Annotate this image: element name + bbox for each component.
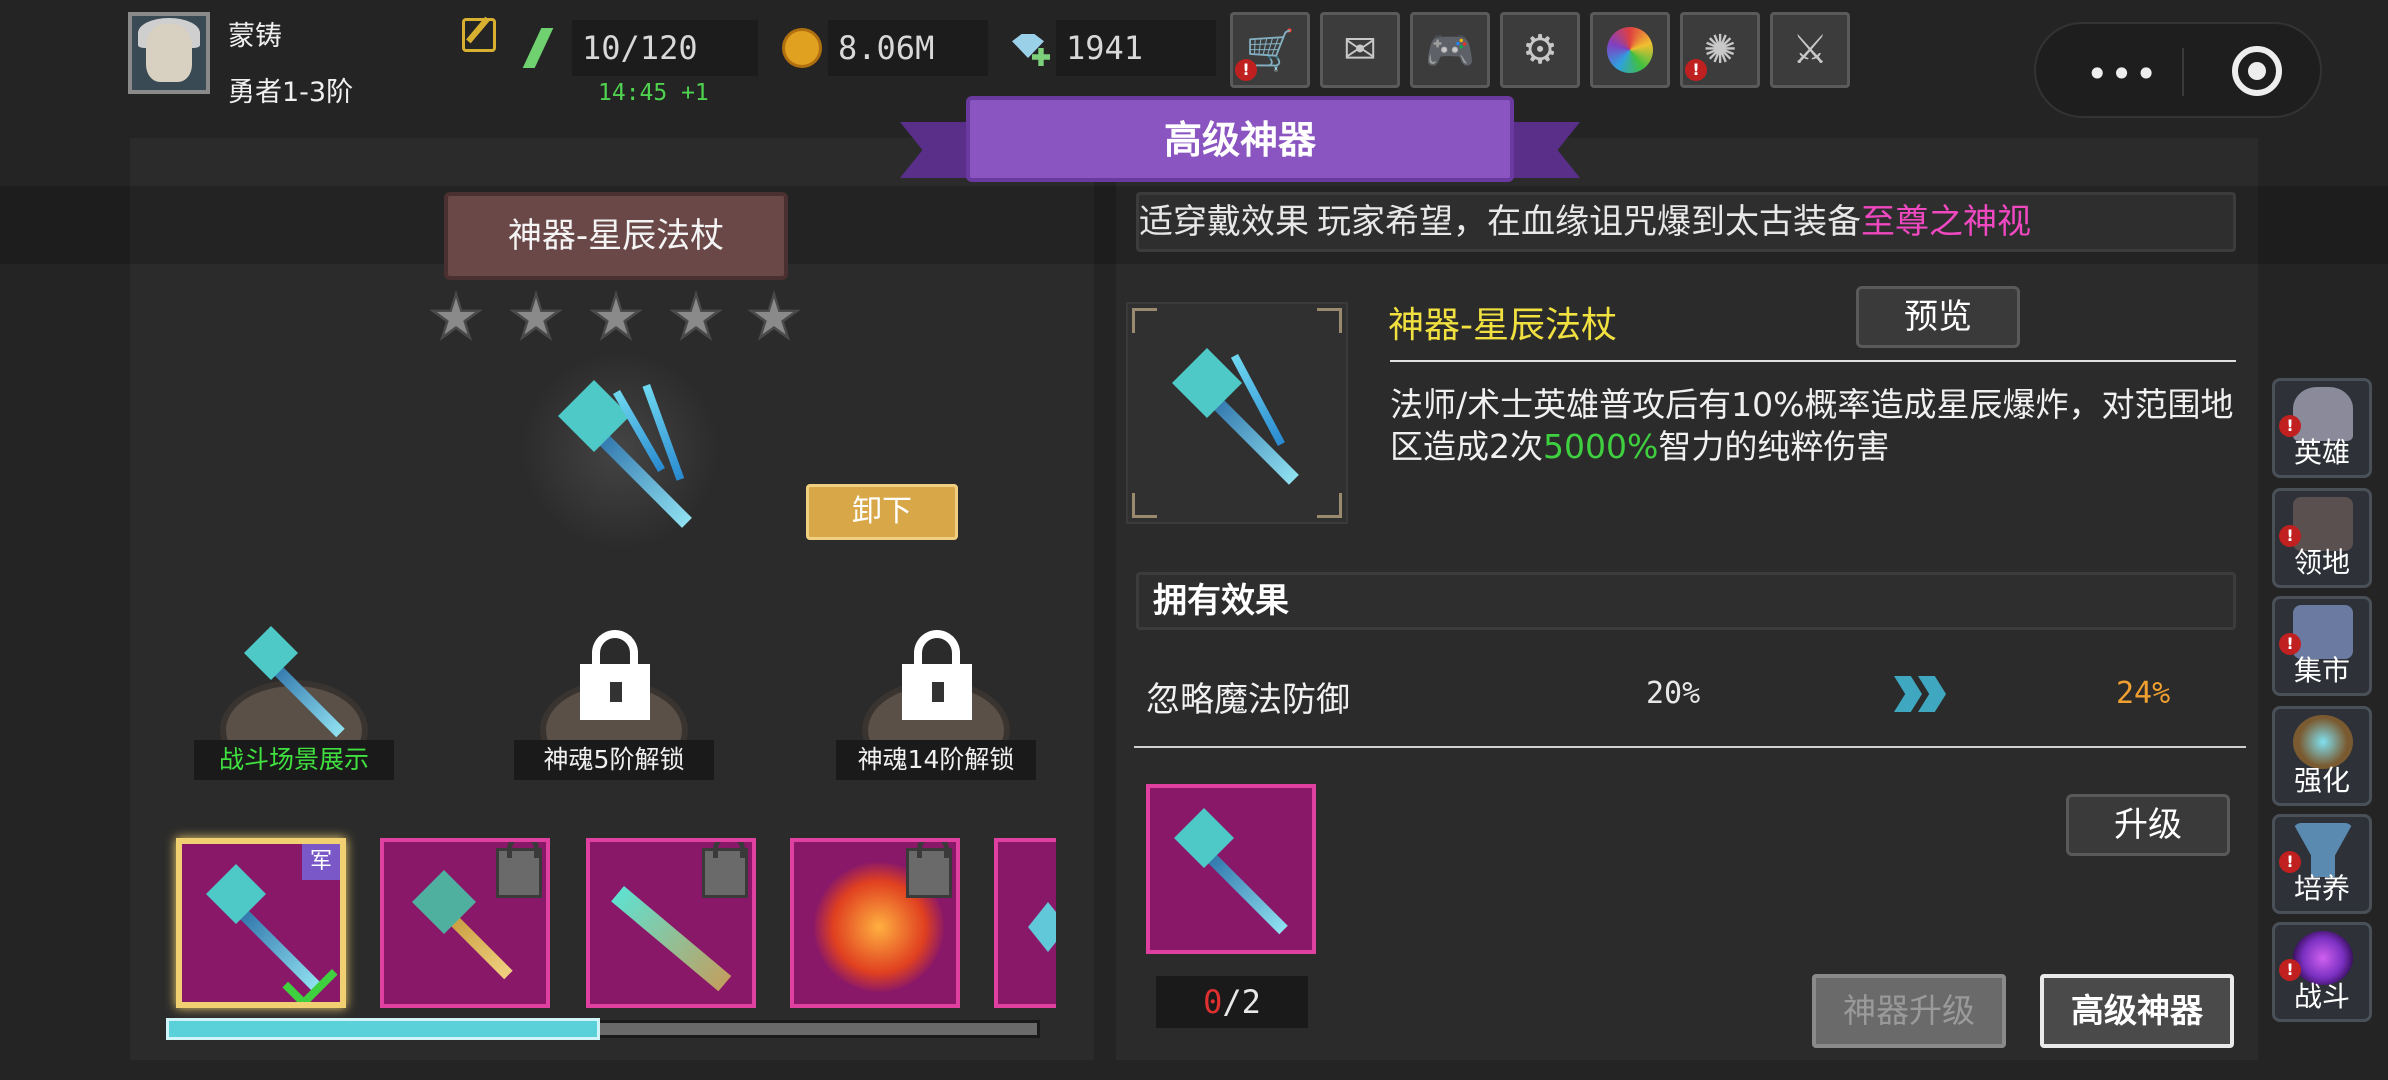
close-target-icon[interactable]: [2232, 46, 2282, 96]
own-effect-header: 拥有效果: [1136, 572, 2236, 630]
side-nav-territory[interactable]: ! 领地: [2272, 488, 2372, 588]
weapon-name: 神器-星辰法杖: [1388, 305, 1617, 346]
battle-button[interactable]: ⚔: [1770, 12, 1850, 88]
gold-value: 8.06M: [828, 20, 988, 76]
gamepad-icon: 🎮: [1425, 27, 1475, 74]
star-staff-icon: [1160, 798, 1310, 948]
description-value: 5000%: [1543, 427, 1659, 466]
side-nav-label: 强化: [2293, 764, 2350, 797]
settings-button[interactable]: ⚙: [1500, 12, 1580, 88]
banner-title: 高级神器: [966, 96, 1514, 182]
star-staff-icon: [234, 622, 354, 738]
side-nav-battle[interactable]: ! 战斗: [2272, 922, 2372, 1022]
title-banner: 高级神器: [900, 96, 1580, 188]
weapon-preview-frame: [1126, 302, 1348, 524]
gold-coin-icon: [782, 28, 822, 68]
divider: [1134, 746, 2246, 748]
upgrade-arrow-icon: [1894, 676, 1960, 712]
side-nav-label: 培养: [2293, 872, 2350, 905]
marquee-highlight: 至尊之神视: [1861, 202, 2031, 242]
fireworks-icon: ✺: [1703, 27, 1737, 73]
star-staff-icon: [1158, 334, 1318, 494]
alert-badge: !: [1235, 59, 1257, 81]
crystal-icon: [1028, 902, 1056, 952]
gamepad-button[interactable]: 🎮: [1410, 12, 1490, 88]
tab-artifact-upgrade[interactable]: 神器升级: [1812, 974, 2006, 1048]
side-nav-cultivate[interactable]: ! 培养: [2272, 814, 2372, 914]
effect-next-value: 24%: [2116, 676, 2171, 711]
weapon-description: 法师/术士英雄普攻后有10%概率造成星辰爆炸，对范围地区造成2次5000%智力的…: [1390, 384, 2250, 468]
announcement-marquee: 适穿戴效果 玩家希望，在血缘诅咒爆到太古装备至尊之神视: [1136, 192, 2236, 252]
padlock-icon: [906, 842, 952, 898]
side-nav-label: 战斗: [2293, 980, 2350, 1013]
marquee-overlay-label: 穿戴效果: [1173, 202, 1309, 242]
capsule-divider: [2182, 48, 2184, 96]
shop-button[interactable]: 🛒 !: [1230, 12, 1310, 88]
fireworks-button[interactable]: ✺ !: [1680, 12, 1760, 88]
color-wheel-icon: [1607, 27, 1653, 73]
equipped-tag: 军: [302, 844, 340, 880]
side-nav-label: 集市: [2293, 654, 2350, 687]
slot-locked-5[interactable]: 神魂5阶解锁: [514, 620, 714, 780]
side-nav-label: 领地: [2293, 546, 2350, 579]
slot-label: 神魂14阶解锁: [836, 740, 1036, 780]
edit-name-icon[interactable]: [462, 18, 496, 52]
description-text-end: 智力的纯粹伤害: [1658, 427, 1890, 466]
more-menu-icon[interactable]: •••: [2086, 52, 2159, 96]
gems-value: 1941: [1056, 20, 1216, 76]
material-need: 2: [1241, 983, 1261, 1021]
material-have: 0: [1203, 983, 1223, 1021]
card-scroll-thumb[interactable]: [166, 1018, 600, 1040]
divider: [1390, 360, 2236, 362]
gear-icon: ⚙: [1522, 27, 1558, 73]
effect-name: 忽略魔法防御: [1146, 680, 1350, 720]
alert-badge: !: [1685, 59, 1707, 81]
tab-advanced-artifact[interactable]: 高级神器: [2040, 974, 2234, 1048]
stamina-icon: [522, 28, 562, 68]
add-gems-icon[interactable]: [1010, 28, 1050, 68]
star-staff-icon: [540, 370, 710, 530]
side-nav-enhance[interactable]: 强化: [2272, 706, 2372, 806]
color-wheel-button[interactable]: [1590, 12, 1670, 88]
padlock-icon: [702, 842, 748, 898]
material-card[interactable]: [1146, 784, 1316, 954]
artifact-card-golden-axe[interactable]: [380, 838, 550, 1008]
slot-label: 战斗场景展示: [194, 740, 394, 780]
lock-icon: [580, 630, 650, 720]
side-nav-label: 英雄: [2293, 436, 2350, 469]
stamina-timer: 14:45 +1: [598, 80, 709, 106]
marquee-prefix: 适: [1139, 202, 1173, 242]
upgrade-button[interactable]: 升级: [2066, 794, 2230, 856]
miniprogram-capsule: •••: [2034, 22, 2322, 118]
unequip-button[interactable]: 卸下: [806, 484, 958, 540]
slot-locked-14[interactable]: 神魂14阶解锁: [836, 620, 1036, 780]
stamina-value: 10/120: [572, 20, 758, 76]
lock-icon: [902, 630, 972, 720]
material-separator: /: [1222, 983, 1242, 1021]
padlock-icon: [496, 842, 542, 898]
crossed-swords-icon: ⚔: [1792, 27, 1828, 73]
artifact-card-flame-bow[interactable]: [790, 838, 960, 1008]
side-nav-hero[interactable]: ! 英雄: [2272, 378, 2372, 478]
slot-battle-display[interactable]: 战斗场景展示: [194, 620, 394, 780]
preview-button[interactable]: 预览: [1856, 286, 2020, 348]
marquee-text: 玩家希望，在血缘诅咒爆到太古装备: [1317, 202, 1861, 242]
slot-label: 神魂5阶解锁: [514, 740, 714, 780]
mail-icon: ✉: [1343, 27, 1377, 73]
artifact-card-star-staff[interactable]: 军: [176, 838, 346, 1008]
side-nav-market[interactable]: ! 集市: [2272, 596, 2372, 696]
artifact-name-plate: 神器-星辰法杖: [444, 192, 788, 280]
material-count: 0/2: [1156, 976, 1308, 1028]
player-rank: 勇者1-3阶: [228, 77, 354, 108]
artifact-card-partial[interactable]: [994, 838, 1056, 1008]
effect-current-value: 20%: [1646, 676, 1701, 711]
artifact-card-jade-sword[interactable]: [586, 838, 756, 1008]
player-avatar[interactable]: [128, 12, 210, 94]
mail-button[interactable]: ✉: [1320, 12, 1400, 88]
player-name: 蒙铸: [228, 21, 282, 52]
